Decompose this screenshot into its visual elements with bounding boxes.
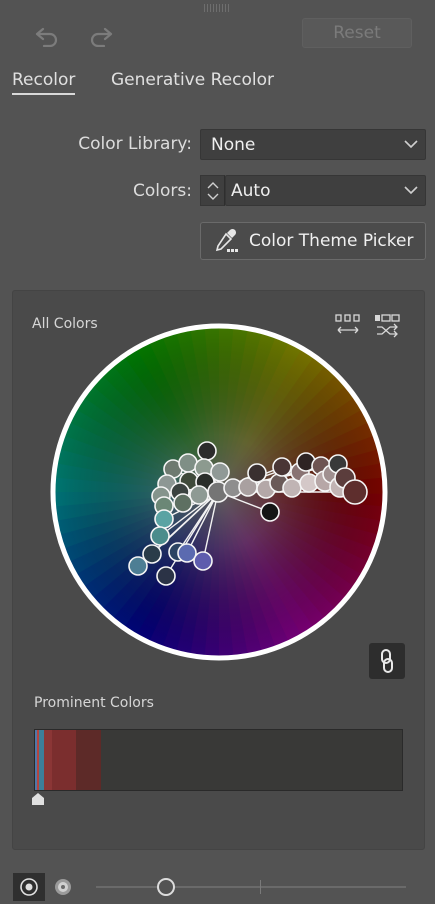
- prominent-color-segment[interactable]: [51, 730, 76, 790]
- color-swatch-marker[interactable]: [189, 485, 209, 505]
- slider-center-tick: [260, 880, 261, 894]
- link-harmony-button[interactable]: [369, 643, 405, 679]
- color-swatch-marker[interactable]: [173, 493, 193, 513]
- brightness-slider-track[interactable]: [96, 886, 406, 888]
- color-swatch-marker[interactable]: [272, 457, 292, 477]
- segmented-wheel-view-button[interactable]: [47, 873, 79, 901]
- brightness-slider-thumb[interactable]: [156, 878, 175, 896]
- prominent-color-segment[interactable]: [43, 730, 52, 790]
- color-swatch-marker[interactable]: [197, 441, 217, 461]
- prominent-color-segment[interactable]: [100, 730, 402, 790]
- color-swatch-marker[interactable]: [282, 478, 302, 498]
- prominent-colors-label: Prominent Colors: [34, 695, 154, 711]
- link-icon: [379, 648, 395, 674]
- color-swatch-marker[interactable]: [128, 556, 148, 576]
- color-swatch-marker[interactable]: [156, 566, 176, 586]
- color-swatch-marker[interactable]: [193, 551, 213, 571]
- color-swatch-marker[interactable]: [177, 543, 197, 563]
- color-swatch-marker[interactable]: [342, 479, 368, 505]
- prominent-colors-bar[interactable]: [34, 729, 403, 791]
- color-swatch-marker[interactable]: [260, 502, 280, 522]
- color-wheel-segmented-icon: [53, 877, 73, 897]
- color-swatch-marker[interactable]: [154, 509, 174, 529]
- color-wheel-smooth-icon: [19, 877, 39, 897]
- smooth-wheel-view-button[interactable]: [13, 873, 45, 901]
- prominent-slider-handle[interactable]: [30, 791, 46, 805]
- prominent-color-segment[interactable]: [75, 730, 101, 790]
- color-swatch-marker[interactable]: [247, 463, 267, 483]
- color-swatch-marker[interactable]: [150, 526, 170, 546]
